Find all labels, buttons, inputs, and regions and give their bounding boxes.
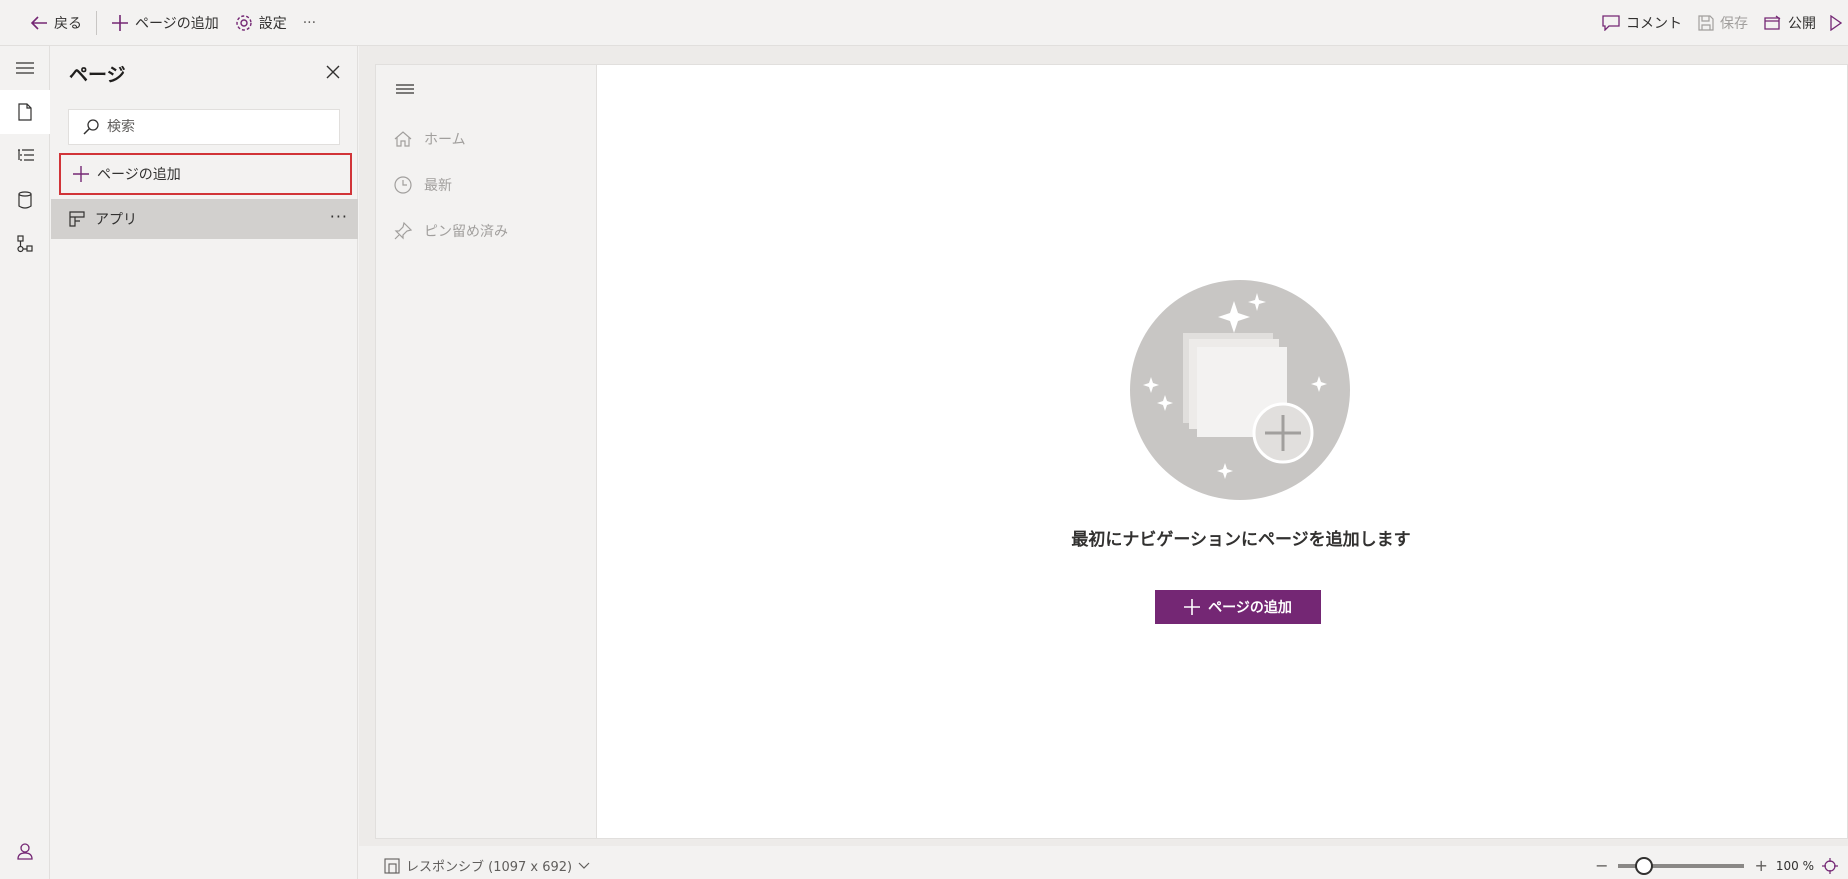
- publish-label: 公開: [1788, 16, 1816, 32]
- nav-item-recent-label: 最新: [424, 178, 452, 194]
- empty-state-add-page-button[interactable]: ページの追加: [1155, 590, 1321, 624]
- bot-icon: [17, 843, 33, 860]
- settings-label: 設定: [258, 15, 287, 32]
- clock-icon: [394, 176, 412, 194]
- home-icon: [394, 131, 412, 147]
- plus-icon: [112, 14, 128, 31]
- page-icon: [18, 103, 32, 121]
- zoom-slider-thumb[interactable]: [1634, 856, 1653, 875]
- pages-panel: ページ ページの追加 アプリ ···: [51, 46, 358, 879]
- page-item-more-button[interactable]: ···: [330, 207, 348, 226]
- status-bar: レスポンシブ (1097 x 692) − + 100 %: [359, 852, 1848, 879]
- nav-item-pinned-label: ピン留め済み: [424, 224, 508, 240]
- command-bar-right: コメント 保存 公開: [1594, 0, 1848, 46]
- rail-pages-button[interactable]: [0, 90, 50, 134]
- plus-icon: [1184, 599, 1201, 615]
- app-navigation: ホーム 最新 ピン留め済み: [376, 65, 597, 838]
- nav-item-home[interactable]: ホーム: [394, 124, 466, 154]
- save-button[interactable]: 保存: [1690, 0, 1756, 46]
- database-icon: [18, 191, 32, 209]
- comment-label: コメント: [1626, 16, 1682, 32]
- tree-view-icon: [18, 149, 34, 161]
- add-page-toolbar-button[interactable]: ページの追加: [103, 0, 227, 46]
- more-commands-button[interactable]: ···: [295, 0, 324, 46]
- nav-item-home-label: ホーム: [424, 132, 466, 148]
- page-list-item[interactable]: アプリ ···: [51, 199, 358, 239]
- rail-menu-button[interactable]: [0, 46, 50, 90]
- rail-flow-button[interactable]: [0, 222, 50, 266]
- nav-item-recent[interactable]: 最新: [394, 170, 452, 200]
- add-page-toolbar-label: ページの追加: [135, 15, 219, 32]
- panel-add-page-button[interactable]: ページの追加: [59, 153, 352, 195]
- zoom-out-button[interactable]: −: [1595, 856, 1608, 875]
- save-icon: [1698, 15, 1714, 31]
- gear-icon: [236, 14, 252, 31]
- search-input[interactable]: [107, 119, 327, 135]
- chevron-down-icon: [578, 862, 590, 869]
- save-label: 保存: [1720, 16, 1748, 32]
- publish-button[interactable]: 公開: [1756, 0, 1824, 46]
- screen-size-label: レスポンシブ (1097 x 692): [406, 860, 573, 875]
- publish-icon: [1764, 15, 1781, 30]
- responsive-icon: [384, 857, 400, 874]
- pin-icon: [394, 222, 412, 240]
- rail-data-button[interactable]: [0, 178, 50, 222]
- layout-icon: [69, 211, 85, 227]
- empty-state-title: 最初にナビゲーションにページを追加します: [1071, 530, 1411, 550]
- flow-icon: [17, 235, 33, 253]
- hamburger-icon[interactable]: [394, 79, 418, 99]
- back-label: 戻る: [54, 15, 82, 32]
- settings-button[interactable]: 設定: [227, 0, 295, 46]
- more-commands-label: ···: [302, 14, 317, 31]
- back-button[interactable]: 戻る: [22, 0, 90, 46]
- fit-to-screen-icon[interactable]: [1822, 857, 1838, 874]
- left-rail: [0, 46, 50, 879]
- panel-title: ページ: [69, 64, 126, 86]
- rail-tree-button[interactable]: [0, 134, 50, 178]
- comment-icon: [1602, 15, 1620, 31]
- rail-copilot-button[interactable]: [0, 829, 50, 873]
- close-icon: [326, 65, 340, 79]
- plus-icon: [73, 166, 89, 182]
- empty-state-button-label: ページの追加: [1208, 600, 1292, 616]
- app-preview: ホーム 最新 ピン留め済み 最初にナビゲーションにページを追加します ページの追…: [375, 64, 1848, 839]
- zoom-control: − + 100 %: [1595, 854, 1838, 877]
- search-icon: [83, 119, 99, 135]
- screen-size-selector[interactable]: レスポンシブ (1097 x 692): [384, 856, 590, 875]
- zoom-value: 100 %: [1775, 858, 1814, 873]
- comment-button[interactable]: コメント: [1594, 0, 1690, 46]
- empty-pages-illustration: [1130, 280, 1350, 500]
- search-box: [68, 109, 340, 145]
- hamburger-icon: [16, 62, 34, 74]
- toolbar-divider: [96, 10, 97, 35]
- panel-add-page-label: ページの追加: [97, 167, 181, 183]
- canvas-area: ホーム 最新 ピン留め済み 最初にナビゲーションにページを追加します ページの追…: [359, 46, 1848, 846]
- page-item-label: アプリ: [95, 212, 137, 228]
- panel-close-button[interactable]: [323, 62, 343, 82]
- zoom-in-button[interactable]: +: [1754, 856, 1767, 875]
- play-button[interactable]: [1824, 0, 1848, 46]
- zoom-slider[interactable]: [1618, 856, 1745, 875]
- command-bar: 戻る ページの追加 設定 ··· コメント 保存 公開: [0, 0, 1848, 46]
- nav-item-pinned[interactable]: ピン留め済み: [394, 216, 508, 246]
- arrow-left-icon: [30, 15, 47, 30]
- play-icon: [1830, 15, 1842, 31]
